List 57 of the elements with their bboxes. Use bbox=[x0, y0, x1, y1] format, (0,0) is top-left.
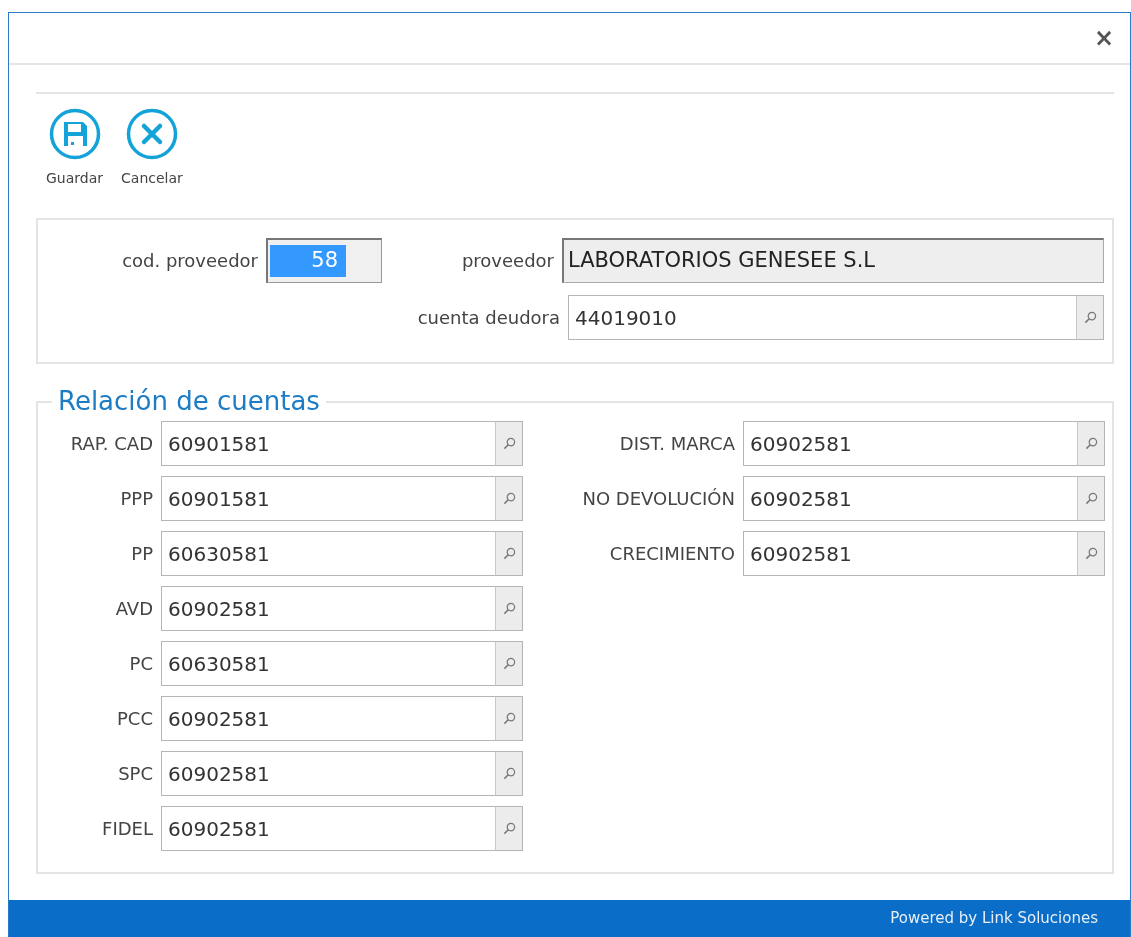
account-field[interactable]: 60902581 bbox=[161, 751, 495, 797]
search-icon bbox=[502, 767, 516, 781]
field-label: cod. proveedor bbox=[121, 249, 259, 273]
lookup-button[interactable] bbox=[495, 641, 523, 687]
account-field[interactable]: 60901581 bbox=[161, 421, 495, 467]
field-label: PCC bbox=[116, 707, 154, 732]
close-button[interactable]: × bbox=[1089, 26, 1118, 50]
lookup-button[interactable] bbox=[1077, 531, 1105, 577]
account-field[interactable]: 60902581 bbox=[743, 476, 1077, 522]
lookup-button[interactable] bbox=[1076, 295, 1104, 340]
field-label: FIDEL bbox=[101, 817, 154, 842]
search-icon bbox=[1084, 437, 1098, 451]
account-field[interactable]: 60630581 bbox=[161, 531, 495, 577]
field-label: PPP bbox=[119, 487, 154, 512]
field-label: PC bbox=[128, 652, 154, 677]
lookup-button[interactable] bbox=[1077, 476, 1105, 522]
account-field[interactable]: 60902581 bbox=[743, 531, 1077, 577]
field-label: SPC bbox=[117, 762, 154, 787]
search-icon bbox=[502, 437, 516, 451]
field-label: DIST. MARCA bbox=[618, 432, 736, 457]
search-icon bbox=[502, 602, 516, 616]
search-icon bbox=[502, 492, 516, 506]
account-field[interactable]: 44019010 bbox=[568, 295, 1076, 340]
search-icon bbox=[1084, 547, 1098, 561]
account-field[interactable]: 60902581 bbox=[161, 696, 495, 742]
search-icon bbox=[502, 712, 516, 726]
field-label: PP bbox=[130, 542, 154, 567]
cancel-icon bbox=[125, 108, 178, 160]
account-field[interactable]: 60901581 bbox=[161, 476, 495, 522]
field-label: proveedor bbox=[460, 249, 555, 273]
lookup-button[interactable] bbox=[495, 806, 523, 852]
save-button[interactable]: Guardar bbox=[46, 108, 104, 218]
account-field[interactable]: 60902581 bbox=[161, 586, 495, 632]
field-label: CRECIMIENTO bbox=[608, 542, 736, 567]
account-field[interactable]: 60630581 bbox=[161, 641, 495, 687]
search-icon bbox=[502, 657, 516, 671]
account-field[interactable]: 60902581 bbox=[161, 806, 495, 852]
account-field[interactable]: 60902581 bbox=[743, 421, 1077, 467]
lookup-button[interactable] bbox=[495, 531, 523, 577]
lookup-button[interactable] bbox=[495, 476, 523, 522]
field-label: cuenta deudora bbox=[416, 306, 561, 330]
search-icon bbox=[1083, 311, 1097, 324]
lookup-button[interactable] bbox=[1077, 421, 1105, 467]
lookup-button[interactable] bbox=[495, 696, 523, 742]
field-label: NO DEVOLUCIÓN bbox=[581, 487, 736, 512]
search-icon bbox=[502, 822, 516, 836]
search-icon bbox=[1084, 492, 1098, 506]
lookup-button[interactable] bbox=[495, 751, 523, 797]
field-label: AVD bbox=[114, 597, 154, 622]
lookup-button[interactable] bbox=[495, 586, 523, 632]
save-icon bbox=[48, 108, 101, 160]
lookup-button[interactable] bbox=[495, 421, 523, 467]
search-icon bbox=[502, 547, 516, 561]
status-text: Powered by Link Soluciones bbox=[890, 908, 1098, 930]
field-label: RAP. CAD bbox=[69, 432, 154, 457]
supplier-name-field[interactable]: LABORATORIOS GENESEE S.L bbox=[562, 238, 1104, 283]
cancel-button[interactable]: Cancelar bbox=[121, 108, 183, 218]
